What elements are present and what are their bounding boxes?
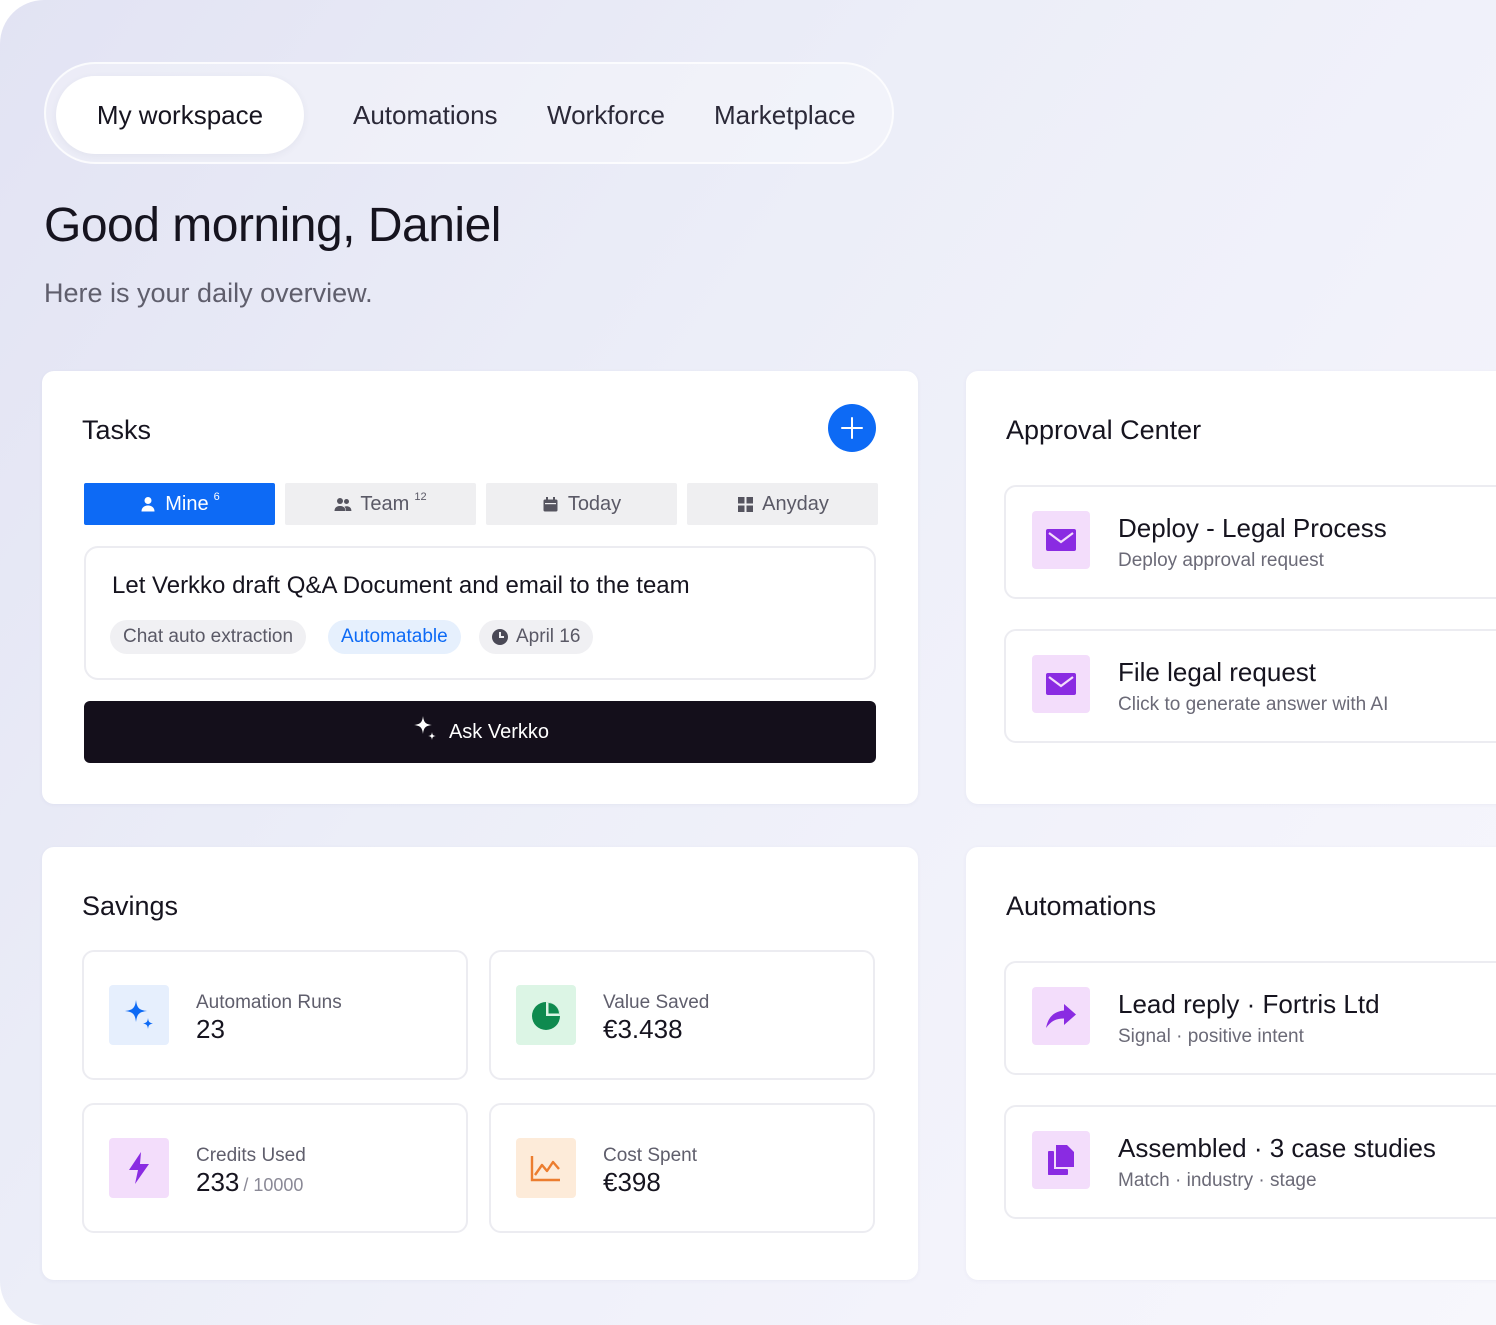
stat-label: Credits Used xyxy=(196,1145,306,1166)
tab-automations[interactable]: Automations xyxy=(353,76,498,154)
stat-value: 23 xyxy=(196,1014,225,1044)
grid-icon xyxy=(736,495,754,513)
savings-title: Savings xyxy=(82,891,179,921)
automation-item-title: Lead reply · Fortris Ltd xyxy=(1118,989,1380,1019)
top-nav: My workspace Automations Workforce Marke… xyxy=(44,62,894,164)
stat-credits-used: Credits Used 233/ 10000 xyxy=(82,1103,468,1233)
clock-icon xyxy=(492,629,508,645)
user-icon xyxy=(139,495,157,513)
approval-center-card: Approval Center Deploy - Legal Process D… xyxy=(966,371,1496,804)
sparkle-icon xyxy=(411,715,439,749)
ask-verkko-button[interactable]: Ask Verkko xyxy=(84,701,876,763)
calendar-icon xyxy=(542,495,560,513)
stat-value: €3.438 xyxy=(603,1014,683,1044)
stat-label: Value Saved xyxy=(603,992,710,1013)
filter-anyday[interactable]: Anyday xyxy=(687,483,878,525)
users-icon xyxy=(334,495,352,513)
workspace-page: My workspace Automations Workforce Marke… xyxy=(0,0,1496,1325)
task-date: April 16 xyxy=(516,626,581,647)
stat-automation-runs: Automation Runs 23 xyxy=(82,950,468,1080)
approval-item[interactable]: Deploy - Legal Process Deploy approval r… xyxy=(1004,485,1496,599)
reply-arrow-icon xyxy=(1032,987,1090,1045)
stat-label: Automation Runs xyxy=(196,992,342,1013)
tasks-card: Tasks Mine 6 Team 12 Today Anyday Let Ve… xyxy=(42,371,918,804)
tab-marketplace[interactable]: Marketplace xyxy=(714,76,856,154)
task-title: Let Verkko draft Q&A Document and email … xyxy=(112,572,690,599)
stat-cost-spent: Cost Spent €398 xyxy=(489,1103,875,1233)
filter-mine[interactable]: Mine 6 xyxy=(84,483,275,525)
savings-card: Savings Automation Runs 23 Value Saved €… xyxy=(42,847,918,1280)
sparkle-icon xyxy=(109,985,169,1045)
pie-chart-icon xyxy=(516,985,576,1045)
tasks-title: Tasks xyxy=(82,415,152,445)
tab-workforce[interactable]: Workforce xyxy=(547,76,665,154)
approval-item-subtitle: Click to generate answer with AI xyxy=(1118,694,1389,715)
credits-used-value: 233 xyxy=(196,1167,240,1197)
task-date-chip: April 16 xyxy=(479,620,594,654)
line-chart-icon xyxy=(516,1138,576,1198)
task-item[interactable]: Let Verkko draft Q&A Document and email … xyxy=(84,546,876,680)
approval-item[interactable]: File legal request Click to generate ans… xyxy=(1004,629,1496,743)
automation-item[interactable]: Assembled · 3 case studies Match · indus… xyxy=(1004,1105,1496,1219)
automation-item-subtitle: Match · industry · stage xyxy=(1118,1170,1317,1191)
automations-card: Automations Lead reply · Fortris Ltd Sig… xyxy=(966,847,1496,1280)
filter-team-label: Team xyxy=(360,492,410,515)
mail-icon xyxy=(1032,655,1090,713)
filter-today[interactable]: Today xyxy=(486,483,677,525)
tab-my-workspace[interactable]: My workspace xyxy=(56,76,304,154)
tag-automatable: Automatable xyxy=(328,620,461,654)
mail-icon xyxy=(1032,511,1090,569)
lightning-icon xyxy=(109,1138,169,1198)
stat-value: €398 xyxy=(603,1167,661,1197)
stat-value: 233/ 10000 xyxy=(196,1167,303,1198)
add-task-button[interactable] xyxy=(828,404,876,452)
approval-item-subtitle: Deploy approval request xyxy=(1118,550,1324,571)
stat-label: Cost Spent xyxy=(603,1145,697,1166)
filter-mine-label: Mine xyxy=(165,492,209,515)
ask-verkko-label: Ask Verkko xyxy=(448,720,550,743)
filter-anyday-label: Anyday xyxy=(762,492,829,515)
stat-value-saved: Value Saved €3.438 xyxy=(489,950,875,1080)
filter-mine-count: 6 xyxy=(213,491,220,503)
approval-item-title: File legal request xyxy=(1118,657,1316,687)
documents-icon xyxy=(1032,1131,1090,1189)
automation-item-title: Assembled · 3 case studies xyxy=(1118,1133,1436,1163)
credits-limit: / 10000 xyxy=(243,1175,304,1195)
filter-team[interactable]: Team 12 xyxy=(285,483,476,525)
filter-today-label: Today xyxy=(567,492,622,515)
page-title: Good morning, Daniel xyxy=(44,199,501,252)
automation-item[interactable]: Lead reply · Fortris Ltd Signal · positi… xyxy=(1004,961,1496,1075)
approval-center-title: Approval Center xyxy=(1006,415,1202,445)
automation-item-subtitle: Signal · positive intent xyxy=(1118,1026,1304,1047)
approval-item-title: Deploy - Legal Process xyxy=(1118,513,1387,543)
tag-chat-auto-extraction: Chat auto extraction xyxy=(110,620,307,654)
filter-team-count: 12 xyxy=(414,491,427,503)
automations-title: Automations xyxy=(1006,891,1157,921)
page-subtitle: Here is your daily overview. xyxy=(44,278,373,308)
